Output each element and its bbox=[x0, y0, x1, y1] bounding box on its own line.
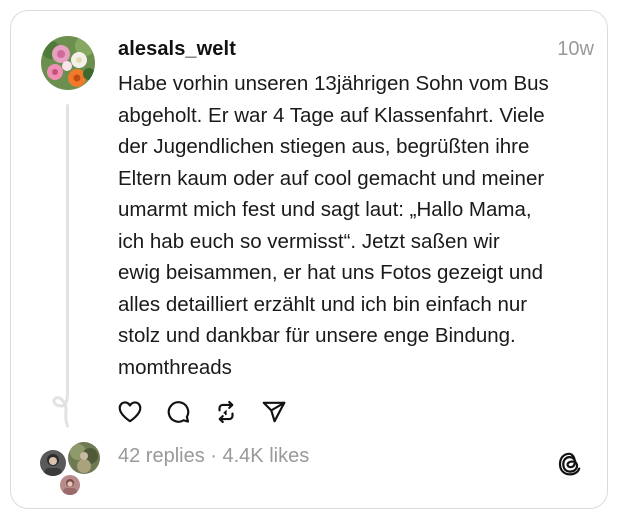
threads-logo-icon[interactable] bbox=[555, 449, 585, 479]
send-icon bbox=[262, 401, 286, 423]
like-button[interactable] bbox=[117, 398, 165, 426]
stats-separator: · bbox=[204, 445, 223, 467]
hashtag-link[interactable]: momthreads bbox=[118, 352, 593, 384]
post-body-line: abgeholt. Er war 4 Tage auf Klassenfahrt… bbox=[118, 103, 545, 127]
replies-count[interactable]: 42 replies bbox=[118, 445, 205, 467]
reply-button[interactable] bbox=[165, 398, 213, 426]
likes-count[interactable]: 4.4K likes bbox=[223, 445, 310, 467]
post-body-line: Eltern kaum oder auf cool gemacht und me… bbox=[118, 166, 545, 190]
author-avatar[interactable] bbox=[41, 36, 95, 90]
thread-loop-icon bbox=[48, 392, 84, 433]
action-bar bbox=[117, 398, 309, 426]
post-body-line: umarmt mich fest und sagt laut: „Hallo M… bbox=[118, 198, 532, 221]
post-body-line: ich hab euch so vermisst“. Jetzt saßen w… bbox=[118, 229, 500, 253]
post-body-line: ewig beisammen, er hat uns Fotos gezeigt… bbox=[118, 261, 544, 284]
post-stats: 42 replies · 4.4K likes bbox=[118, 445, 309, 468]
heart-icon bbox=[118, 401, 142, 423]
post-body: Habe vorhin unseren 13jährigen Sohn vom … bbox=[118, 68, 593, 383]
thread-line bbox=[66, 104, 69, 396]
share-button[interactable] bbox=[261, 398, 309, 426]
comment-icon bbox=[167, 401, 190, 423]
repost-button[interactable] bbox=[213, 398, 261, 426]
post-body-line: Habe vorhin unseren 13jährigen Sohn vom … bbox=[118, 72, 549, 95]
replier-avatar[interactable] bbox=[66, 440, 102, 476]
replier-avatar[interactable] bbox=[58, 473, 82, 497]
post-body-line: stolz und dankbar für unsere enge Bindun… bbox=[118, 324, 516, 347]
post-timestamp: 10w bbox=[557, 38, 594, 60]
post-body-line: alles detailliert erzählt und ich bin ei… bbox=[118, 292, 528, 316]
post-body-line: der Jugendlichen stiegen aus, begrüßten … bbox=[118, 135, 530, 158]
author-username[interactable]: alesals_welt bbox=[118, 38, 236, 61]
repost-icon bbox=[218, 400, 234, 424]
